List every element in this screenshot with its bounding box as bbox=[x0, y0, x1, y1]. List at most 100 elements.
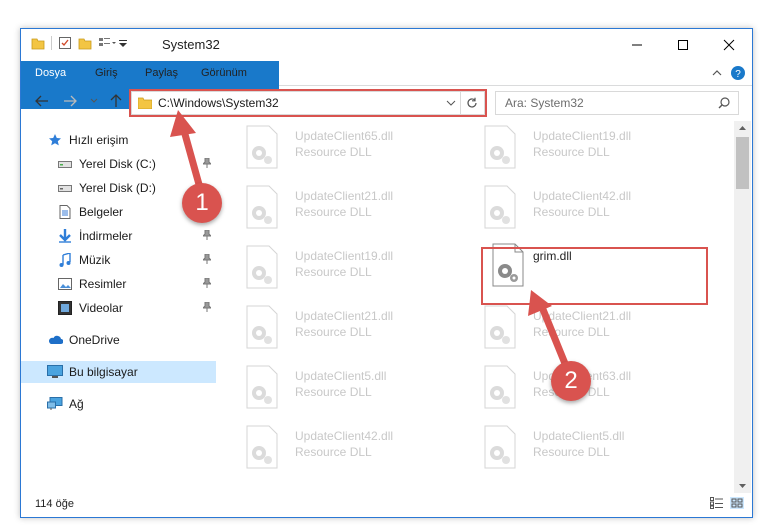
file-item[interactable]: UpdateClient42.dll Resource DLL bbox=[241, 425, 471, 473]
drive-icon bbox=[57, 156, 73, 172]
file-name: UpdateClient5.dll bbox=[295, 369, 387, 383]
file-name: UpdateClient19.dll bbox=[295, 249, 394, 263]
expand-ribbon-icon[interactable] bbox=[712, 68, 722, 78]
recent-locations-button[interactable] bbox=[87, 94, 101, 108]
file-type: Resource DLL bbox=[295, 265, 372, 279]
file-item[interactable]: UpdateClient21.dll Resource DLL bbox=[241, 185, 471, 233]
pin-icon[interactable] bbox=[203, 302, 211, 312]
step-badge-1: 1 bbox=[182, 183, 222, 223]
item-count: 114 öğe bbox=[35, 498, 74, 510]
minimize-icon bbox=[632, 44, 642, 46]
back-button[interactable] bbox=[35, 94, 49, 108]
file-item[interactable]: UpdateClient5.dll Resource DLL bbox=[241, 365, 471, 413]
close-button[interactable] bbox=[706, 29, 752, 61]
up-button[interactable] bbox=[109, 94, 123, 108]
nav-item-label: Müzik bbox=[79, 253, 111, 267]
file-item[interactable]: UpdateClient21.dll Resource DLL bbox=[479, 305, 709, 353]
search-box[interactable]: Ara: System32 bbox=[495, 91, 739, 115]
ribbon-help-area: ? bbox=[712, 65, 746, 81]
file-item[interactable]: UpdateClient5.dll Resource DLL bbox=[479, 425, 709, 473]
file-name: UpdateClient19.dll bbox=[533, 129, 632, 143]
pin-icon[interactable] bbox=[203, 158, 211, 168]
file-item[interactable]: UpdateClient19.dll Resource DLL bbox=[241, 245, 471, 293]
file-name: UpdateClient21.dll bbox=[295, 189, 394, 203]
step-badge-2: 2 bbox=[551, 361, 591, 401]
details-view-icon[interactable] bbox=[710, 497, 724, 509]
explorer-window: System32 Dosya Giriş Paylaş Görünüm ? C:… bbox=[20, 28, 753, 518]
folder-icon[interactable] bbox=[31, 36, 45, 50]
properties-icon[interactable] bbox=[58, 36, 72, 50]
file-item[interactable]: UpdateClient42.dll Resource DLL bbox=[479, 185, 709, 233]
vertical-scrollbar[interactable] bbox=[734, 121, 751, 493]
forward-arrow-icon bbox=[64, 95, 77, 107]
file-type: Resource DLL bbox=[295, 325, 372, 339]
nav-item-pictures[interactable]: Resimler bbox=[21, 273, 216, 295]
nav-item-local-disk-c[interactable]: Yerel Disk (C:) bbox=[21, 153, 216, 175]
quick-access-toolbar bbox=[31, 36, 132, 50]
pin-icon[interactable] bbox=[203, 254, 211, 264]
nav-item-videos[interactable]: Videolar bbox=[21, 297, 216, 319]
file-name: UpdateClient42.dll bbox=[295, 429, 394, 443]
maximize-button[interactable] bbox=[660, 29, 706, 61]
nav-item-label: OneDrive bbox=[69, 333, 120, 347]
tab-share[interactable]: Paylaş bbox=[131, 61, 192, 85]
documents-icon bbox=[57, 204, 73, 220]
window-title: System32 bbox=[162, 37, 220, 52]
file-item[interactable]: UpdateClient63.dll Resource DLL bbox=[479, 365, 709, 413]
pin-icon[interactable] bbox=[203, 278, 211, 288]
back-arrow-icon bbox=[35, 95, 48, 107]
svg-text:?: ? bbox=[735, 69, 741, 80]
dll-file-icon bbox=[246, 125, 278, 169]
scroll-down-icon[interactable] bbox=[734, 479, 751, 493]
new-folder-icon[interactable] bbox=[78, 36, 92, 50]
dll-file-icon bbox=[484, 125, 516, 169]
scroll-up-icon[interactable] bbox=[734, 121, 751, 135]
customize-toolbar-icon[interactable] bbox=[118, 36, 132, 50]
file-type: Resource DLL bbox=[295, 385, 372, 399]
drive-icon bbox=[57, 180, 73, 196]
search-input[interactable]: Ara: System32 bbox=[505, 96, 584, 110]
view-options-icon[interactable] bbox=[98, 36, 116, 50]
nav-item-label: Bu bilgisayar bbox=[69, 365, 138, 379]
help-icon[interactable]: ? bbox=[730, 65, 746, 81]
file-type: Resource DLL bbox=[533, 205, 610, 219]
dll-file-icon bbox=[484, 425, 516, 469]
nav-item-label: Ağ bbox=[69, 397, 84, 411]
large-icons-view-icon[interactable] bbox=[730, 497, 744, 509]
nav-item-downloads[interactable]: İndirmeler bbox=[21, 225, 216, 247]
nav-item-label: İndirmeler bbox=[79, 229, 133, 243]
address-highlight-box bbox=[129, 89, 487, 117]
file-item[interactable]: UpdateClient21.dll Resource DLL bbox=[241, 305, 471, 353]
file-name: UpdateClient5.dll bbox=[533, 429, 625, 443]
nav-item-label: Yerel Disk (D:) bbox=[79, 181, 156, 195]
videos-icon bbox=[57, 300, 73, 316]
file-name: UpdateClient21.dll bbox=[533, 309, 632, 323]
scrollbar-thumb[interactable] bbox=[736, 137, 749, 189]
nav-item-onedrive[interactable]: OneDrive bbox=[21, 329, 216, 351]
nav-item-label: Resimler bbox=[79, 277, 127, 291]
ribbon-tabs: Dosya Giriş Paylaş Görünüm ? bbox=[21, 61, 752, 109]
download-icon bbox=[57, 228, 73, 244]
nav-item-this-pc[interactable]: Bu bilgisayar bbox=[21, 361, 216, 383]
minimize-button[interactable] bbox=[614, 29, 660, 61]
dll-file-icon bbox=[484, 305, 516, 349]
nav-item-label: Yerel Disk (C:) bbox=[79, 157, 156, 171]
file-type: Resource DLL bbox=[295, 205, 372, 219]
file-list-pane: UpdateClient65.dll Resource DLL UpdateCl… bbox=[217, 121, 734, 493]
nav-item-music[interactable]: Müzik bbox=[21, 249, 216, 271]
navigation-pane: Hızlı erişim Yerel Disk (C:) Yerel Disk … bbox=[21, 121, 216, 493]
tab-view[interactable]: Görünüm bbox=[187, 61, 261, 85]
nav-item-quick-access[interactable]: Hızlı erişim bbox=[21, 129, 216, 151]
file-type: Resource DLL bbox=[533, 325, 610, 339]
dll-file-icon bbox=[246, 245, 278, 289]
file-type: Resource DLL bbox=[295, 445, 372, 459]
pin-icon[interactable] bbox=[203, 230, 211, 240]
status-bar: 114 öğe bbox=[21, 494, 752, 516]
file-item[interactable]: UpdateClient19.dll Resource DLL bbox=[479, 125, 709, 173]
dll-file-icon bbox=[246, 185, 278, 229]
file-type: Resource DLL bbox=[533, 145, 610, 159]
forward-button[interactable] bbox=[63, 94, 77, 108]
tab-home[interactable]: Giriş bbox=[81, 61, 132, 85]
file-item[interactable]: UpdateClient65.dll Resource DLL bbox=[241, 125, 471, 173]
nav-item-network[interactable]: Ağ bbox=[21, 393, 216, 415]
